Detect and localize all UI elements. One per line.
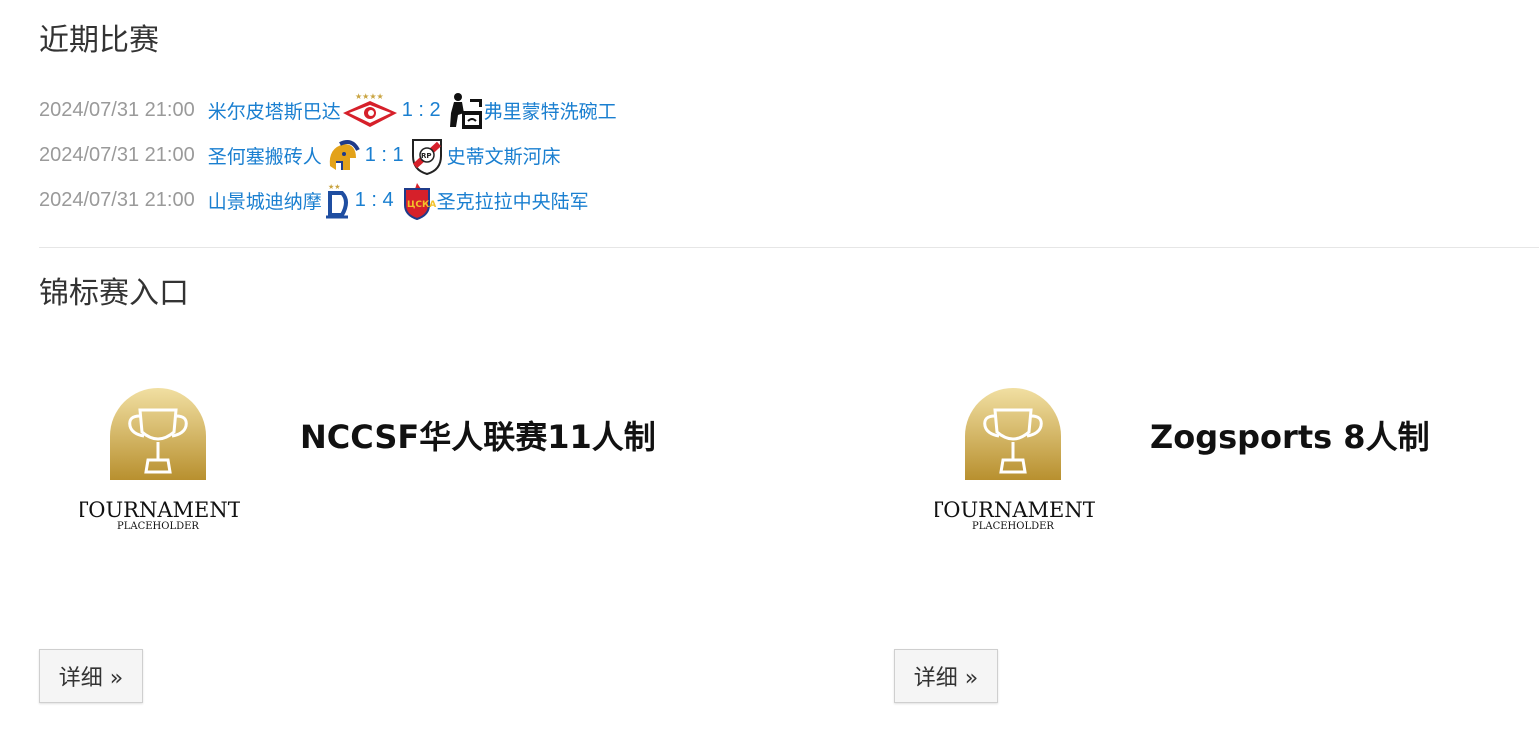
away-team-link[interactable]: 史蒂文斯河床 [447, 142, 561, 169]
match-date: 2024/07/31 21:00 [39, 144, 195, 166]
match-row: 2024/07/31 21:00 山景城迪纳摩 ★★ 1 : 4 ЦСКА 圣克… [39, 178, 939, 223]
logo-line2: PLACEHOLDER [117, 521, 199, 532]
svg-text:★★★★: ★★★★ [355, 92, 384, 101]
svg-text:RP: RP [421, 152, 432, 160]
detail-button[interactable]: 详细 » [894, 649, 998, 703]
logo-line2: PLACEHOLDER [972, 521, 1054, 532]
home-team-link[interactable]: 圣何塞搬砖人 [208, 142, 322, 169]
match-row: 2024/07/31 21:00 米尔皮塔斯巴达 ★★★★ 1 : 2 弗里蒙特… [39, 88, 939, 133]
river-plate-logo-icon: RP [407, 136, 447, 176]
section-divider [39, 247, 1539, 248]
tournament-card: TOURNAMENT PLACEHOLDER Zogsports 8人制 [929, 380, 1430, 540]
away-team-link[interactable]: 圣克拉拉中央陆军 [437, 187, 589, 214]
match-score[interactable]: 1 : 2 [402, 99, 441, 122]
tournament-trophy-logo[interactable]: TOURNAMENT PLACEHOLDER [929, 380, 1097, 540]
spartak-logo-icon: ★★★★ [341, 91, 399, 131]
spartan-helmet-logo-icon [322, 136, 362, 176]
logo-line1: TOURNAMENT [80, 498, 240, 522]
svg-text:ЦСКА: ЦСКА [407, 200, 436, 210]
match-score[interactable]: 1 : 4 [355, 189, 394, 212]
match-row: 2024/07/31 21:00 圣何塞搬砖人 1 : 1 RP 史蒂文斯河床 [39, 133, 939, 178]
tournament-name[interactable]: Zogsports 8人制 [1150, 412, 1430, 458]
recent-matches-title: 近期比赛 [39, 23, 159, 58]
tournaments-title: 锦标赛入口 [39, 276, 189, 311]
match-list: 2024/07/31 21:00 米尔皮塔斯巴达 ★★★★ 1 : 2 弗里蒙特… [39, 88, 939, 223]
dishwasher-logo-icon [444, 91, 484, 131]
match-score[interactable]: 1 : 1 [365, 144, 404, 167]
match-date: 2024/07/31 21:00 [39, 189, 195, 211]
tournament-trophy-logo[interactable]: TOURNAMENT PLACEHOLDER [74, 380, 242, 540]
away-team-link[interactable]: 弗里蒙特洗碗工 [484, 97, 617, 124]
logo-line1: TOURNAMENT [935, 498, 1095, 522]
cska-logo-icon: ЦСКА [397, 181, 437, 221]
home-team-link[interactable]: 山景城迪纳摩 [208, 187, 322, 214]
detail-button[interactable]: 详细 » [39, 649, 143, 703]
svg-text:★★: ★★ [328, 183, 341, 191]
match-date: 2024/07/31 21:00 [39, 99, 195, 121]
home-team-link[interactable]: 米尔皮塔斯巴达 [208, 97, 341, 124]
tournament-name[interactable]: NCCSF华人联赛11人制 [300, 412, 656, 458]
dynamo-logo-icon: ★★ [322, 181, 352, 221]
tournament-card: TOURNAMENT PLACEHOLDER NCCSF华人联赛11人制 [74, 380, 656, 540]
